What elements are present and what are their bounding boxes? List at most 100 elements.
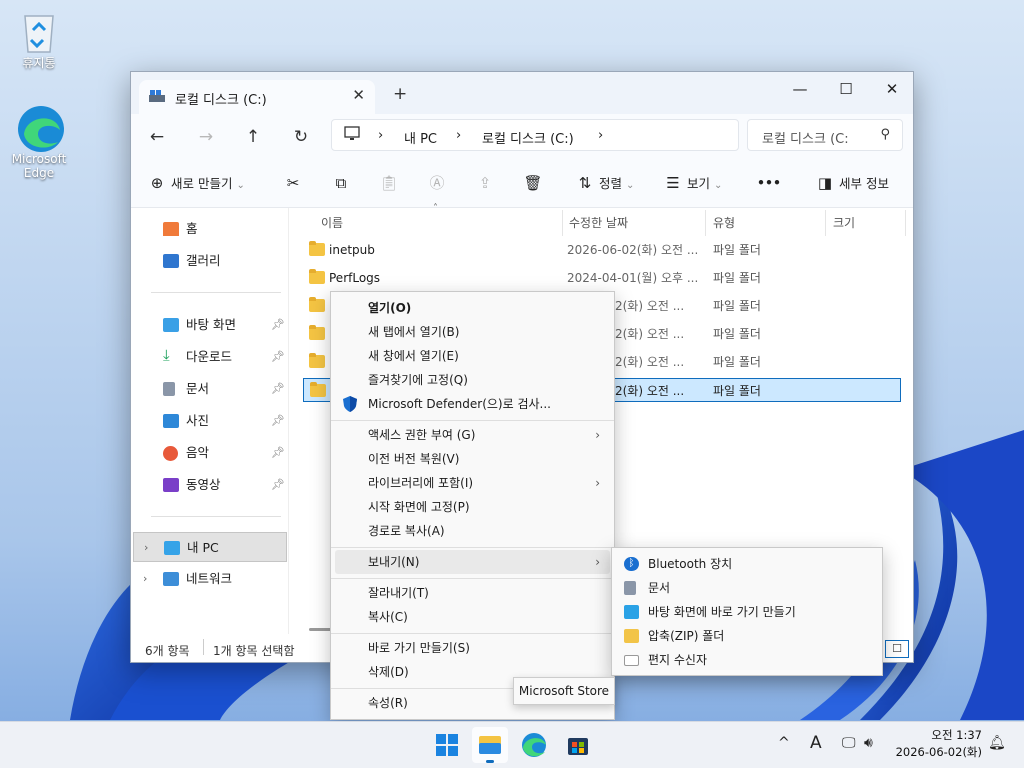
column-header-size[interactable]: 크기 [833, 211, 855, 235]
desktop-icon [624, 605, 639, 619]
menu-item-open-new-window[interactable]: 새 창에서 열기(E) [335, 344, 610, 368]
monitor-icon [344, 126, 360, 145]
delete-icon[interactable]: 🗑︎ [523, 172, 543, 194]
desktop-icon-label: 휴지통 [22, 56, 56, 70]
chevron-right-icon[interactable]: › [144, 533, 148, 563]
nav-item-desktop[interactable]: 바탕 화면 📌︎ [133, 310, 287, 340]
store-icon [568, 738, 588, 755]
column-header-date[interactable]: 수정한 날짜 [569, 211, 628, 235]
cut-icon[interactable]: ✂ [283, 172, 303, 194]
network-icon[interactable]: 🖵︎ [842, 735, 856, 751]
search-placeholder: 로컬 디스크 (C: [762, 132, 849, 147]
breadcrumb-local-disk[interactable]: 로컬 디스크 (C:) [482, 128, 574, 147]
menu-item-give-access[interactable]: 액세스 권한 부여 (G) › [335, 423, 610, 447]
minimize-button[interactable]: — [777, 76, 823, 104]
share-icon[interactable]: ⇪ [475, 172, 495, 194]
chevron-right-icon[interactable]: › [143, 564, 147, 594]
desktop-icon-recycle-bin[interactable]: 휴지통 [3, 8, 75, 70]
taskbar-edge[interactable] [516, 727, 552, 763]
nav-item-home[interactable]: 홈 [133, 214, 287, 244]
defender-shield-icon [343, 396, 357, 420]
menu-item-open[interactable]: 열기(O) [335, 296, 610, 320]
nav-item-downloads[interactable]: ⤓ 다운로드 📌︎ [133, 342, 287, 372]
menu-item-pin-start[interactable]: 시작 화면에 고정(P) [335, 495, 610, 519]
details-view-icon[interactable]: ☐ [885, 640, 909, 658]
chevron-right-icon: › [595, 428, 600, 442]
chevron-right-icon: › [595, 555, 600, 569]
send-to-documents[interactable]: 문서 [616, 576, 878, 600]
tab-local-disk[interactable]: 로컬 디스크 (C:) ✕ [139, 80, 375, 114]
menu-item-cut[interactable]: 잘라내기(T) [335, 581, 610, 605]
column-header-type[interactable]: 유형 [713, 211, 735, 235]
paste-icon[interactable]: 📋︎ [379, 172, 399, 194]
nav-item-pictures[interactable]: 사진 📌︎ [133, 406, 287, 436]
home-icon [163, 222, 179, 236]
nav-item-music[interactable]: 음악 📌︎ [133, 438, 287, 468]
view-button[interactable]: ☰ 보기 ⌄ [663, 172, 722, 194]
table-row[interactable]: PerfLogs 2024-04-01(월) 오후 ... 파일 폴더 [303, 266, 901, 290]
send-to-bluetooth[interactable]: ᛒ Bluetooth 장치 [616, 552, 878, 576]
refresh-icon[interactable]: ↻ [287, 123, 315, 151]
new-button[interactable]: ⊕ 새로 만들기 ⌄ [147, 172, 245, 194]
menu-item-copy-path[interactable]: 경로로 복사(A) [335, 519, 610, 543]
breadcrumb-separator: › [378, 128, 384, 143]
nav-item-network[interactable]: › 네트워크 [133, 564, 287, 594]
volume-icon[interactable]: 🔊︎ [864, 735, 873, 751]
menu-item-include-library[interactable]: 라이브러리에 포함(I) › [335, 471, 610, 495]
tab-close-icon[interactable]: ✕ [352, 86, 365, 104]
breadcrumb-this-pc[interactable]: 내 PC [404, 128, 437, 147]
bluetooth-icon: ᛒ [624, 557, 639, 571]
video-icon [163, 478, 179, 492]
clock[interactable]: 오전 1:37 2026-06-02(화) [896, 727, 982, 761]
sort-indicator-icon: ˄ [433, 203, 438, 214]
menu-item-open-new-tab[interactable]: 새 탭에서 열기(B) [335, 320, 610, 344]
back-arrow-icon[interactable]: ← [143, 123, 171, 151]
nav-item-this-pc[interactable]: › 내 PC [133, 532, 287, 562]
navigation-pane: 홈 갤러리 바탕 화면 📌︎ ⤓ 다운로드 📌︎ 문서 📌︎ 사진 📌︎ 음악 … [131, 208, 289, 634]
up-arrow-icon[interactable]: ↑ [239, 123, 267, 151]
notification-icon[interactable]: 🔔︎ [988, 735, 1006, 751]
nav-item-gallery[interactable]: 갤러리 [133, 246, 287, 276]
ime-indicator[interactable]: A [810, 733, 822, 753]
taskbar-microsoft-store[interactable] [560, 727, 596, 763]
send-to-desktop-shortcut[interactable]: 바탕 화면에 바로 가기 만들기 [616, 600, 878, 624]
chevron-right-icon: › [595, 476, 600, 490]
start-button[interactable] [429, 727, 465, 763]
menu-item-send-to[interactable]: 보내기(N) › [335, 550, 610, 574]
desktop-icon-edge[interactable]: Microsoft Edge [3, 104, 75, 180]
edge-icon [522, 733, 546, 757]
sort-icon: ⇅ [578, 174, 592, 192]
new-tab-button[interactable]: + [393, 84, 407, 104]
address-bar[interactable]: › 내 PC › 로컬 디스크 (C:) › [331, 119, 739, 151]
nav-item-videos[interactable]: 동영상 📌︎ [133, 470, 287, 500]
folder-icon [309, 269, 325, 284]
desktop-icon-label: Microsoft Edge [11, 152, 67, 180]
copy-icon[interactable]: ⧉ [331, 172, 351, 194]
menu-item-pin-quick-access[interactable]: 즐겨찾기에 고정(Q) [335, 368, 610, 392]
show-hidden-icons-chevron-icon[interactable]: ^ [778, 735, 790, 751]
taskbar-file-explorer[interactable] [472, 727, 508, 763]
search-input[interactable]: 로컬 디스크 (C: ⚲ [747, 119, 903, 151]
send-to-mail-recipient[interactable]: 편지 수신자 [616, 648, 878, 672]
pin-icon: 📌︎ [271, 350, 285, 363]
menu-item-copy[interactable]: 복사(C) [335, 605, 610, 629]
close-button[interactable]: ✕ [869, 76, 913, 104]
forward-arrow-icon[interactable]: → [192, 123, 220, 151]
folder-icon [479, 736, 501, 763]
rename-icon[interactable]: Ⓐ [427, 172, 447, 194]
taskbar: ^ A 🖵︎ 🔊︎ 오전 1:37 2026-06-02(화) 🔔︎ [0, 721, 1024, 768]
monitor-icon [164, 541, 180, 555]
tooltip: Microsoft Store [513, 677, 615, 705]
folder-icon [309, 297, 325, 312]
menu-item-create-shortcut[interactable]: 바로 가기 만들기(S) [335, 636, 610, 660]
nav-item-documents[interactable]: 문서 📌︎ [133, 374, 287, 404]
more-options-button[interactable]: ••• [757, 172, 781, 194]
menu-item-defender-scan[interactable]: Microsoft Defender(으)로 검사... [335, 392, 610, 416]
maximize-button[interactable]: ☐ [823, 76, 869, 104]
table-row[interactable]: inetpub 2026-06-02(화) 오전 ... 파일 폴더 [303, 238, 901, 262]
send-to-zip-folder[interactable]: 압축(ZIP) 폴더 [616, 624, 878, 648]
menu-item-restore-versions[interactable]: 이전 버전 복원(V) [335, 447, 610, 471]
details-pane-button[interactable]: ◨ 세부 정보 [815, 172, 889, 194]
column-header-name[interactable]: 이름 [321, 211, 343, 235]
sort-button[interactable]: ⇅ 정렬 ⌄ [575, 172, 635, 194]
